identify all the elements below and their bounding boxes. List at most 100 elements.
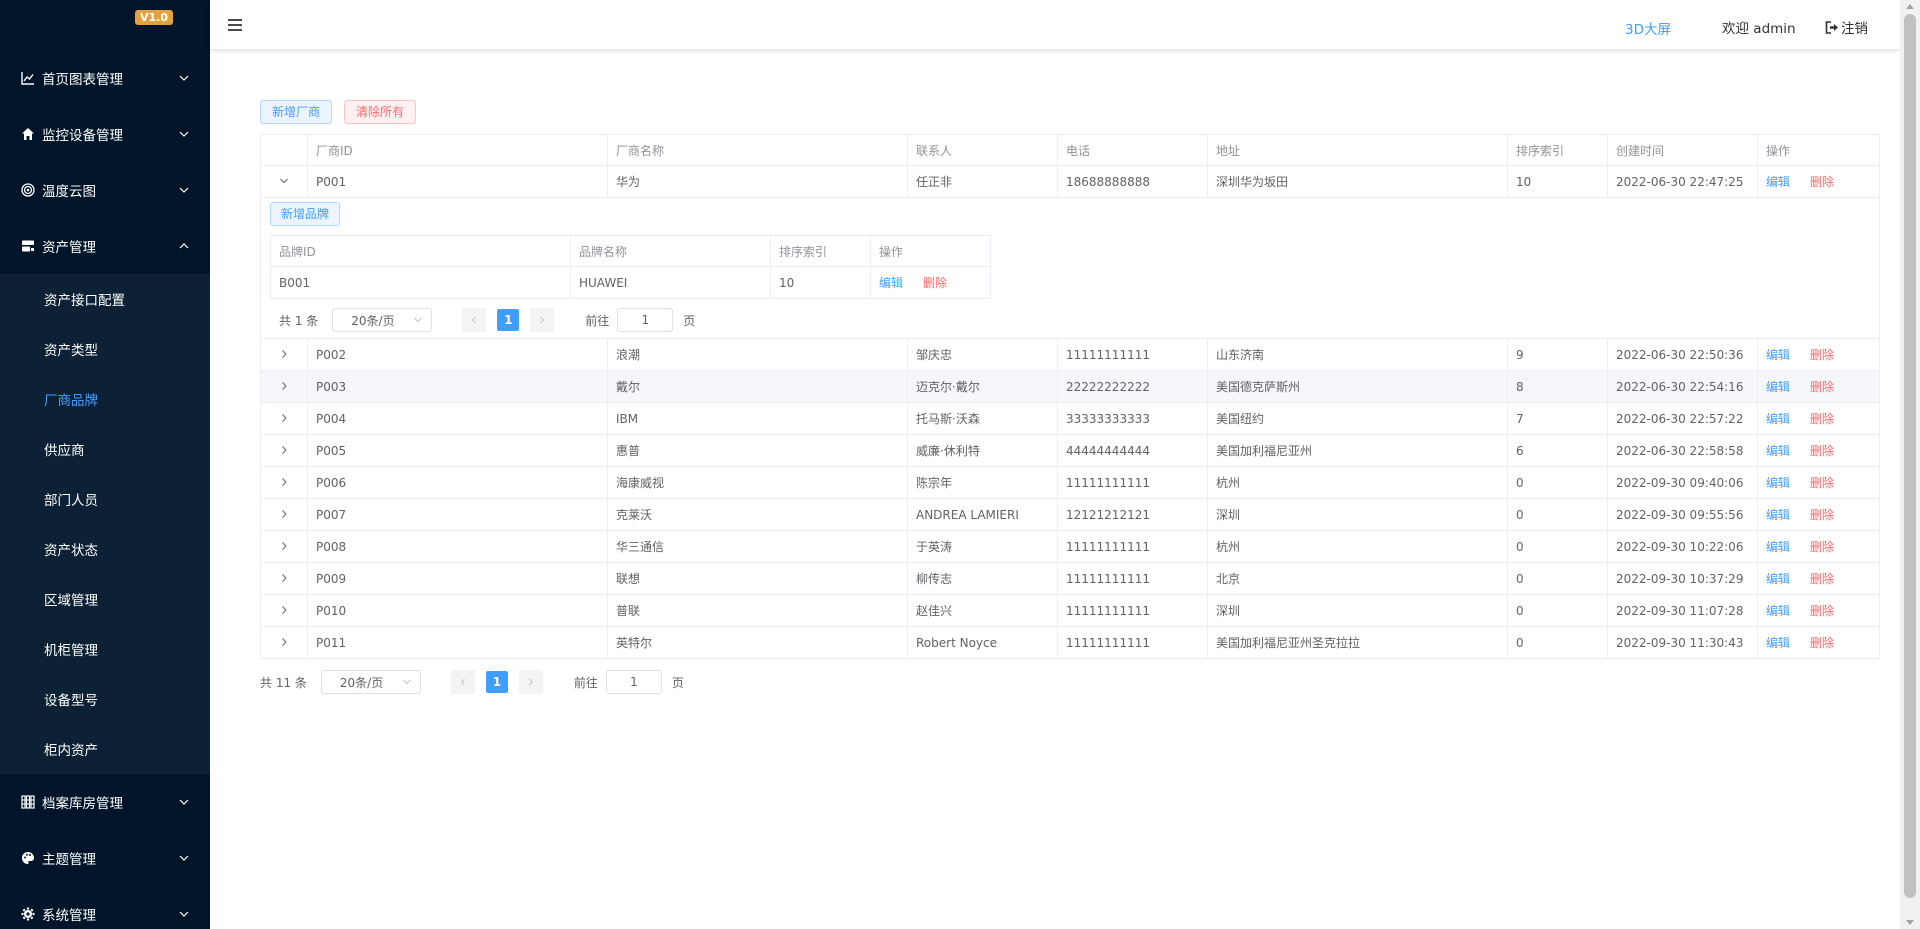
- delete-link[interactable]: 删除: [1810, 175, 1834, 189]
- cell-created-time: 2022-06-30 22:57:22: [1607, 402, 1758, 435]
- chevron-right-icon: [282, 637, 287, 646]
- add-vendor-button[interactable]: 新增厂商: [260, 100, 333, 124]
- row-expand-toggle[interactable]: [260, 626, 308, 659]
- submenu-asset-status[interactable]: 资产状态: [0, 524, 210, 574]
- delete-link[interactable]: 删除: [1810, 572, 1834, 586]
- row-expand-toggle[interactable]: [260, 562, 308, 595]
- menu-label: 档案库房管理: [42, 796, 123, 812]
- edit-link[interactable]: 编辑: [1766, 604, 1790, 618]
- menu-label: 首页图表管理: [42, 72, 123, 88]
- cell-vendor-name: 华三通信: [607, 530, 908, 563]
- row-expand-toggle[interactable]: [260, 594, 308, 627]
- logout-button[interactable]: 注销: [1825, 17, 1868, 37]
- page-number-button[interactable]: 1: [485, 671, 508, 693]
- delete-link[interactable]: 删除: [923, 276, 947, 290]
- edit-link[interactable]: 编辑: [1766, 444, 1790, 458]
- submenu-supplier[interactable]: 供应商: [0, 424, 210, 474]
- logo-area: V1.0: [0, 0, 210, 50]
- delete-link[interactable]: 删除: [1810, 636, 1834, 650]
- menu-asset-management[interactable]: 资产管理: [0, 218, 210, 274]
- scrollbar-thumb[interactable]: [1904, 14, 1916, 898]
- goto-page-input[interactable]: [617, 308, 674, 332]
- cell-actions: 编辑 删除: [1757, 594, 1880, 627]
- prev-page-button[interactable]: [450, 670, 475, 694]
- cell-phone: 22222222222: [1057, 370, 1208, 403]
- cell-actions: 编辑 删除: [1757, 402, 1880, 435]
- cell-created-time: 2022-09-30 10:37:29: [1607, 562, 1758, 595]
- cell-address: 深圳: [1207, 594, 1508, 627]
- delete-link[interactable]: 删除: [1810, 380, 1834, 394]
- row-expand-toggle[interactable]: [260, 402, 308, 435]
- page-size-select[interactable]: 20条/页: [320, 670, 421, 694]
- cell-phone: 18688888888: [1057, 165, 1208, 198]
- menu-temperature-cloud[interactable]: 温度云图: [0, 162, 210, 218]
- expanded-brand-panel: 新增品牌 品牌ID 品牌名称 排序索引 操作 B001 HUAWEI 10 编辑…: [260, 197, 1880, 339]
- delete-link[interactable]: 删除: [1810, 604, 1834, 618]
- edit-link[interactable]: 编辑: [1766, 476, 1790, 490]
- menu-system-management[interactable]: 系统管理: [0, 886, 210, 929]
- 3d-screen-link[interactable]: 3D大屏: [1625, 18, 1671, 38]
- delete-link[interactable]: 删除: [1810, 412, 1834, 426]
- edit-link[interactable]: 编辑: [1766, 572, 1790, 586]
- goto-page-input[interactable]: [605, 670, 662, 694]
- row-expand-toggle[interactable]: [260, 498, 308, 531]
- chevron-right-icon: [529, 678, 534, 686]
- submenu-cabinet-assets[interactable]: 柜内资产: [0, 724, 210, 774]
- menu-theme-management[interactable]: 主题管理: [0, 830, 210, 886]
- edit-link[interactable]: 编辑: [1766, 412, 1790, 426]
- scroll-up-arrow[interactable]: [1906, 4, 1914, 9]
- table-row: P006 海康威视 陈宗年 11111111111 杭州 0 2022-09-3…: [260, 466, 1880, 499]
- table-row: P007 克莱沃 ANDREA LAMIERI 12121212121 深圳 0…: [260, 498, 1880, 531]
- chevron-up-icon: [179, 243, 189, 249]
- submenu-asset-api-config[interactable]: 资产接口配置: [0, 274, 210, 324]
- edit-link[interactable]: 编辑: [1766, 636, 1790, 650]
- row-expand-toggle[interactable]: [260, 434, 308, 467]
- next-page-button[interactable]: [518, 670, 543, 694]
- cell-sort-index: 9: [1507, 338, 1608, 371]
- edit-link[interactable]: 编辑: [1766, 380, 1790, 394]
- submenu-asset-type[interactable]: 资产类型: [0, 324, 210, 374]
- cell-contact: ANDREA LAMIERI: [907, 498, 1058, 531]
- delete-link[interactable]: 删除: [1810, 508, 1834, 522]
- delete-link[interactable]: 删除: [1810, 540, 1834, 554]
- cell-created-time: 2022-06-30 22:54:16: [1607, 370, 1758, 403]
- delete-link[interactable]: 删除: [1810, 476, 1834, 490]
- submenu-cabinet-management[interactable]: 机柜管理: [0, 624, 210, 674]
- submenu-area-management[interactable]: 区域管理: [0, 574, 210, 624]
- add-brand-button[interactable]: 新增品牌: [270, 202, 341, 226]
- row-expand-toggle[interactable]: [260, 530, 308, 563]
- edit-link[interactable]: 编辑: [1766, 175, 1790, 189]
- submenu-vendor-brand[interactable]: 厂商品牌: [0, 374, 210, 424]
- vertical-scrollbar[interactable]: [1900, 0, 1920, 929]
- menu-monitor-devices[interactable]: 监控设备管理: [0, 106, 210, 162]
- cell-sort-index: 0: [1507, 530, 1608, 563]
- row-expand-toggle[interactable]: [260, 466, 308, 499]
- page-number-button[interactable]: 1: [497, 309, 520, 331]
- submenu-department-staff[interactable]: 部门人员: [0, 474, 210, 524]
- scroll-down-arrow[interactable]: [1906, 920, 1914, 925]
- chevron-right-icon: [282, 605, 287, 614]
- row-expand-toggle[interactable]: [260, 165, 308, 198]
- row-expand-toggle[interactable]: [260, 338, 308, 371]
- prev-page-button[interactable]: [462, 308, 487, 332]
- edit-link[interactable]: 编辑: [1766, 540, 1790, 554]
- cell-actions: 编辑 删除: [1757, 626, 1880, 659]
- delete-link[interactable]: 删除: [1810, 444, 1834, 458]
- cell-actions: 编辑 删除: [1757, 466, 1880, 499]
- submenu-device-model[interactable]: 设备型号: [0, 674, 210, 724]
- cell-vendor-id: P001: [307, 165, 608, 198]
- cell-vendor-name: 海康威视: [607, 466, 908, 499]
- clear-all-button[interactable]: 清除所有: [344, 100, 417, 124]
- row-expand-toggle[interactable]: [260, 370, 308, 403]
- chevron-right-icon: [540, 316, 545, 324]
- edit-link[interactable]: 编辑: [1766, 348, 1790, 362]
- menu-archive-storage[interactable]: 档案库房管理: [0, 774, 210, 830]
- menu-home-charts[interactable]: 首页图表管理: [0, 50, 210, 106]
- edit-link[interactable]: 编辑: [879, 276, 903, 290]
- delete-link[interactable]: 删除: [1810, 348, 1834, 362]
- next-page-button[interactable]: [530, 308, 555, 332]
- table-row: P011 英特尔 Robert Noyce 11111111111 美国加利福尼…: [260, 626, 1880, 659]
- edit-link[interactable]: 编辑: [1766, 508, 1790, 522]
- page-size-select[interactable]: 20条/页: [332, 308, 433, 332]
- hamburger-menu-icon[interactable]: [227, 17, 243, 33]
